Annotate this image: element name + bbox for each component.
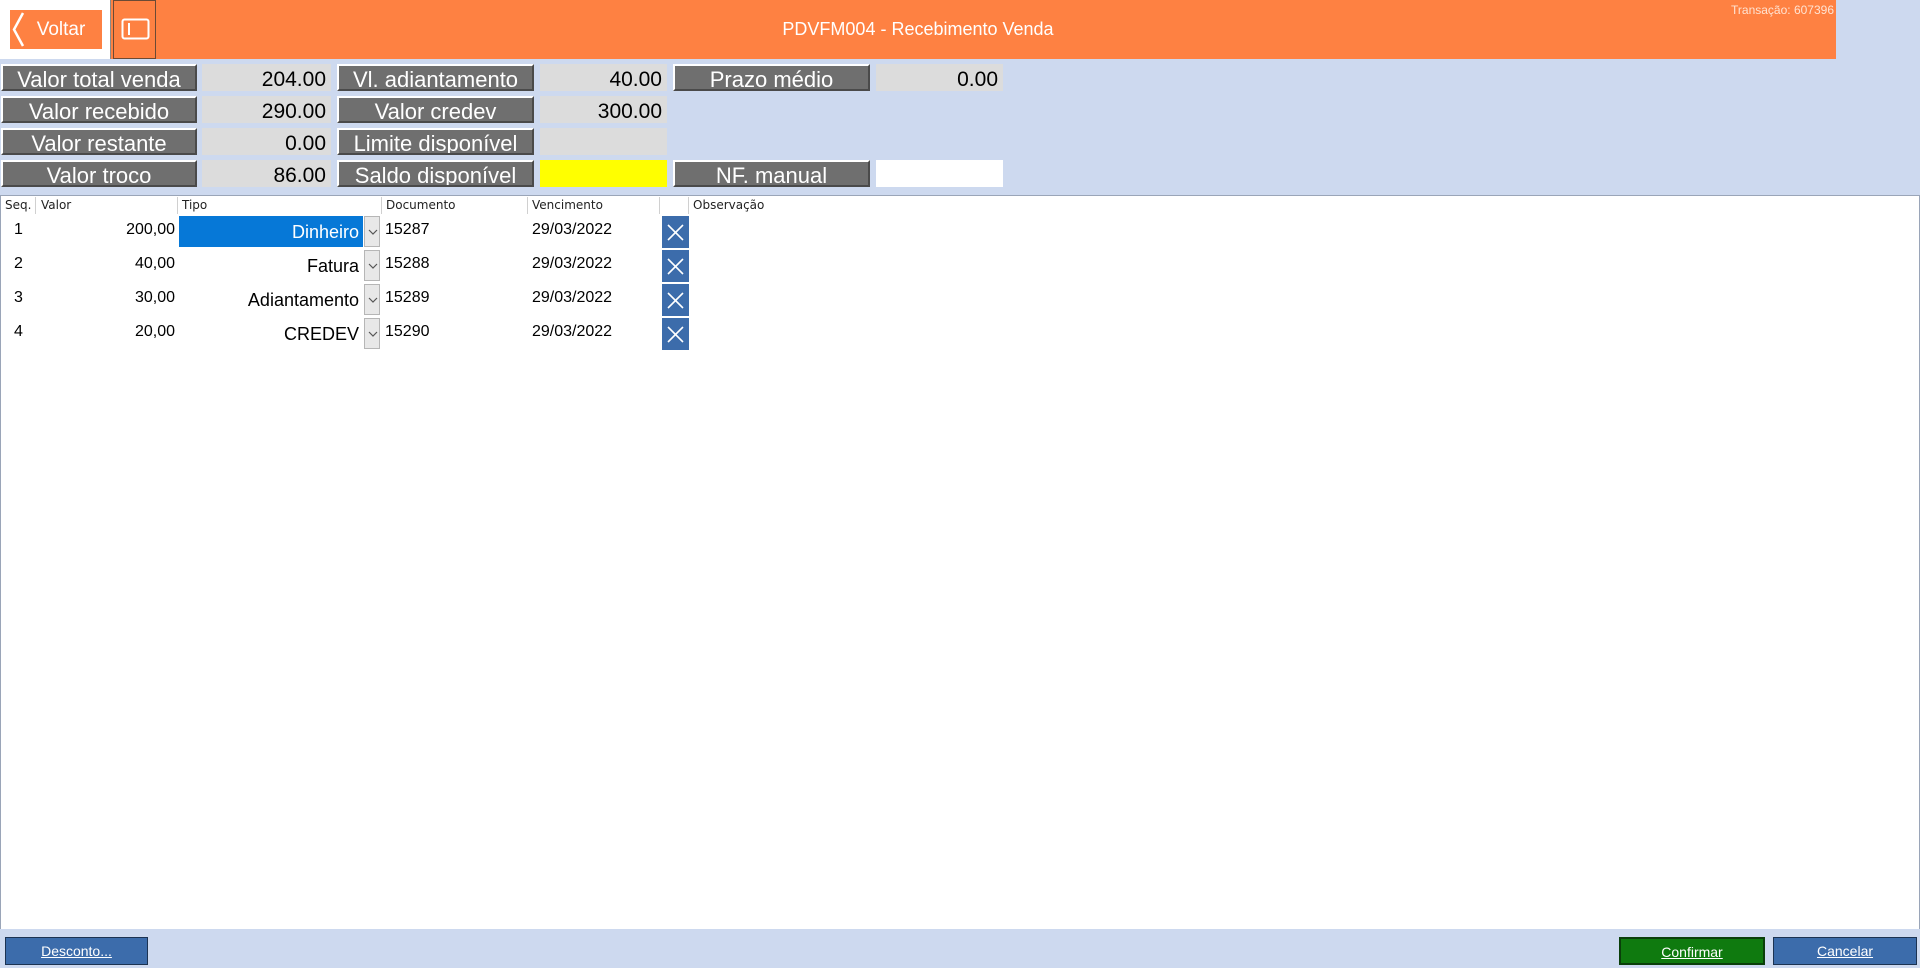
cell-valor[interactable]: 200,00 bbox=[41, 221, 175, 239]
header-delete bbox=[660, 197, 689, 214]
prazo-medio-value: 0.00 bbox=[876, 64, 1003, 91]
cell-vencimento[interactable]: 29/03/2022 bbox=[532, 323, 660, 341]
cell-valor[interactable]: 30,00 bbox=[41, 289, 175, 307]
valor-total-venda-value: 204.00 bbox=[202, 64, 331, 91]
cell-documento[interactable]: 15288 bbox=[385, 255, 525, 273]
table-row[interactable]: 2 40,00 Fatura 15288 29/03/2022 bbox=[1, 250, 701, 284]
saldo-disponivel-value bbox=[540, 160, 667, 187]
limite-disponivel-label: Limite disponível bbox=[337, 128, 534, 155]
limite-disponivel-value bbox=[540, 128, 667, 155]
delete-row-button[interactable] bbox=[662, 318, 689, 350]
cell-documento[interactable]: 15289 bbox=[385, 289, 525, 307]
cell-seq: 4 bbox=[14, 323, 23, 340]
table-row[interactable]: 1 200,00 Dinheiro 15287 29/03/2022 bbox=[1, 216, 701, 250]
valor-troco-value: 86.00 bbox=[202, 160, 331, 187]
panel-toggle-icon bbox=[121, 18, 150, 40]
chevron-down-icon bbox=[368, 331, 378, 337]
header-seq[interactable]: Seq. bbox=[1, 197, 36, 214]
cell-tipo[interactable]: Fatura bbox=[179, 250, 363, 281]
chevron-down-icon bbox=[368, 297, 378, 303]
chevron-left-icon bbox=[12, 12, 25, 47]
delete-row-button[interactable] bbox=[662, 284, 689, 316]
tipo-dropdown-button[interactable] bbox=[364, 216, 380, 247]
transaction-number: Transação: 607396 bbox=[1731, 3, 1834, 17]
valor-total-venda-label: Valor total venda bbox=[1, 64, 197, 91]
tipo-dropdown-button[interactable] bbox=[364, 318, 380, 349]
chevron-down-icon bbox=[368, 263, 378, 269]
header-documento[interactable]: Documento bbox=[382, 197, 528, 214]
cell-valor[interactable]: 20,00 bbox=[41, 323, 175, 341]
cell-tipo[interactable]: Adiantamento bbox=[179, 284, 363, 315]
nf-manual-field[interactable] bbox=[876, 160, 1003, 187]
saldo-disponivel-label: Saldo disponível bbox=[337, 160, 534, 187]
valor-recebido-label: Valor recebido bbox=[1, 96, 197, 123]
nf-manual-label: NF. manual bbox=[673, 160, 870, 187]
header-bar: PDVFM004 - Recebimento Venda Transação: … bbox=[0, 0, 1836, 59]
delete-row-button[interactable] bbox=[662, 216, 689, 248]
table-row[interactable]: 4 20,00 CREDEV 15290 29/03/2022 bbox=[1, 318, 701, 352]
back-button[interactable]: Voltar bbox=[10, 10, 102, 49]
valor-troco-label: Valor troco bbox=[1, 160, 197, 187]
valor-credev-value: 300.00 bbox=[540, 96, 667, 123]
cell-documento[interactable]: 15290 bbox=[385, 323, 525, 341]
valor-recebido-value: 290.00 bbox=[202, 96, 331, 123]
cancelar-button[interactable]: Cancelar bbox=[1773, 937, 1917, 965]
cell-tipo[interactable]: Dinheiro bbox=[179, 216, 363, 247]
payments-grid: Seq. Valor Tipo Documento Vencimento Obs… bbox=[0, 195, 1920, 929]
prazo-medio-label: Prazo médio bbox=[673, 64, 870, 91]
header-observacao[interactable]: Observação bbox=[689, 197, 939, 214]
panel-toggle-button[interactable] bbox=[113, 0, 156, 59]
cell-seq: 3 bbox=[14, 289, 23, 306]
cell-seq: 1 bbox=[14, 221, 23, 238]
close-icon bbox=[667, 326, 684, 343]
cell-documento[interactable]: 15287 bbox=[385, 221, 525, 239]
valor-restante-label: Valor restante bbox=[1, 128, 197, 155]
cell-vencimento[interactable]: 29/03/2022 bbox=[532, 221, 660, 239]
header-vencimento[interactable]: Vencimento bbox=[528, 197, 660, 214]
cell-tipo[interactable]: CREDEV bbox=[179, 318, 363, 349]
cell-valor[interactable]: 40,00 bbox=[41, 255, 175, 273]
page-title: PDVFM004 - Recebimento Venda bbox=[782, 19, 1054, 39]
desconto-button[interactable]: Desconto... bbox=[5, 937, 148, 965]
delete-row-button[interactable] bbox=[662, 250, 689, 282]
cell-vencimento[interactable]: 29/03/2022 bbox=[532, 289, 660, 307]
header-valor[interactable]: Valor bbox=[37, 197, 178, 214]
close-icon bbox=[667, 224, 684, 241]
back-button-label: Voltar bbox=[36, 18, 86, 40]
back-button-frame: Voltar bbox=[0, 0, 111, 59]
cell-vencimento[interactable]: 29/03/2022 bbox=[532, 255, 660, 273]
vl-adiantamento-value: 40.00 bbox=[540, 64, 667, 91]
valor-credev-label: Valor credev bbox=[337, 96, 534, 123]
tipo-dropdown-button[interactable] bbox=[364, 250, 380, 281]
close-icon bbox=[667, 258, 684, 275]
vl-adiantamento-label: Vl. adiantamento bbox=[337, 64, 534, 91]
valor-restante-value: 0.00 bbox=[202, 128, 331, 155]
header-tipo[interactable]: Tipo bbox=[178, 197, 382, 214]
table-row[interactable]: 3 30,00 Adiantamento 15289 29/03/2022 bbox=[1, 284, 701, 318]
close-icon bbox=[667, 292, 684, 309]
confirmar-button[interactable]: Confirmar bbox=[1619, 937, 1765, 965]
tipo-dropdown-button[interactable] bbox=[364, 284, 380, 315]
cell-seq: 2 bbox=[14, 255, 23, 272]
chevron-down-icon bbox=[368, 229, 378, 235]
